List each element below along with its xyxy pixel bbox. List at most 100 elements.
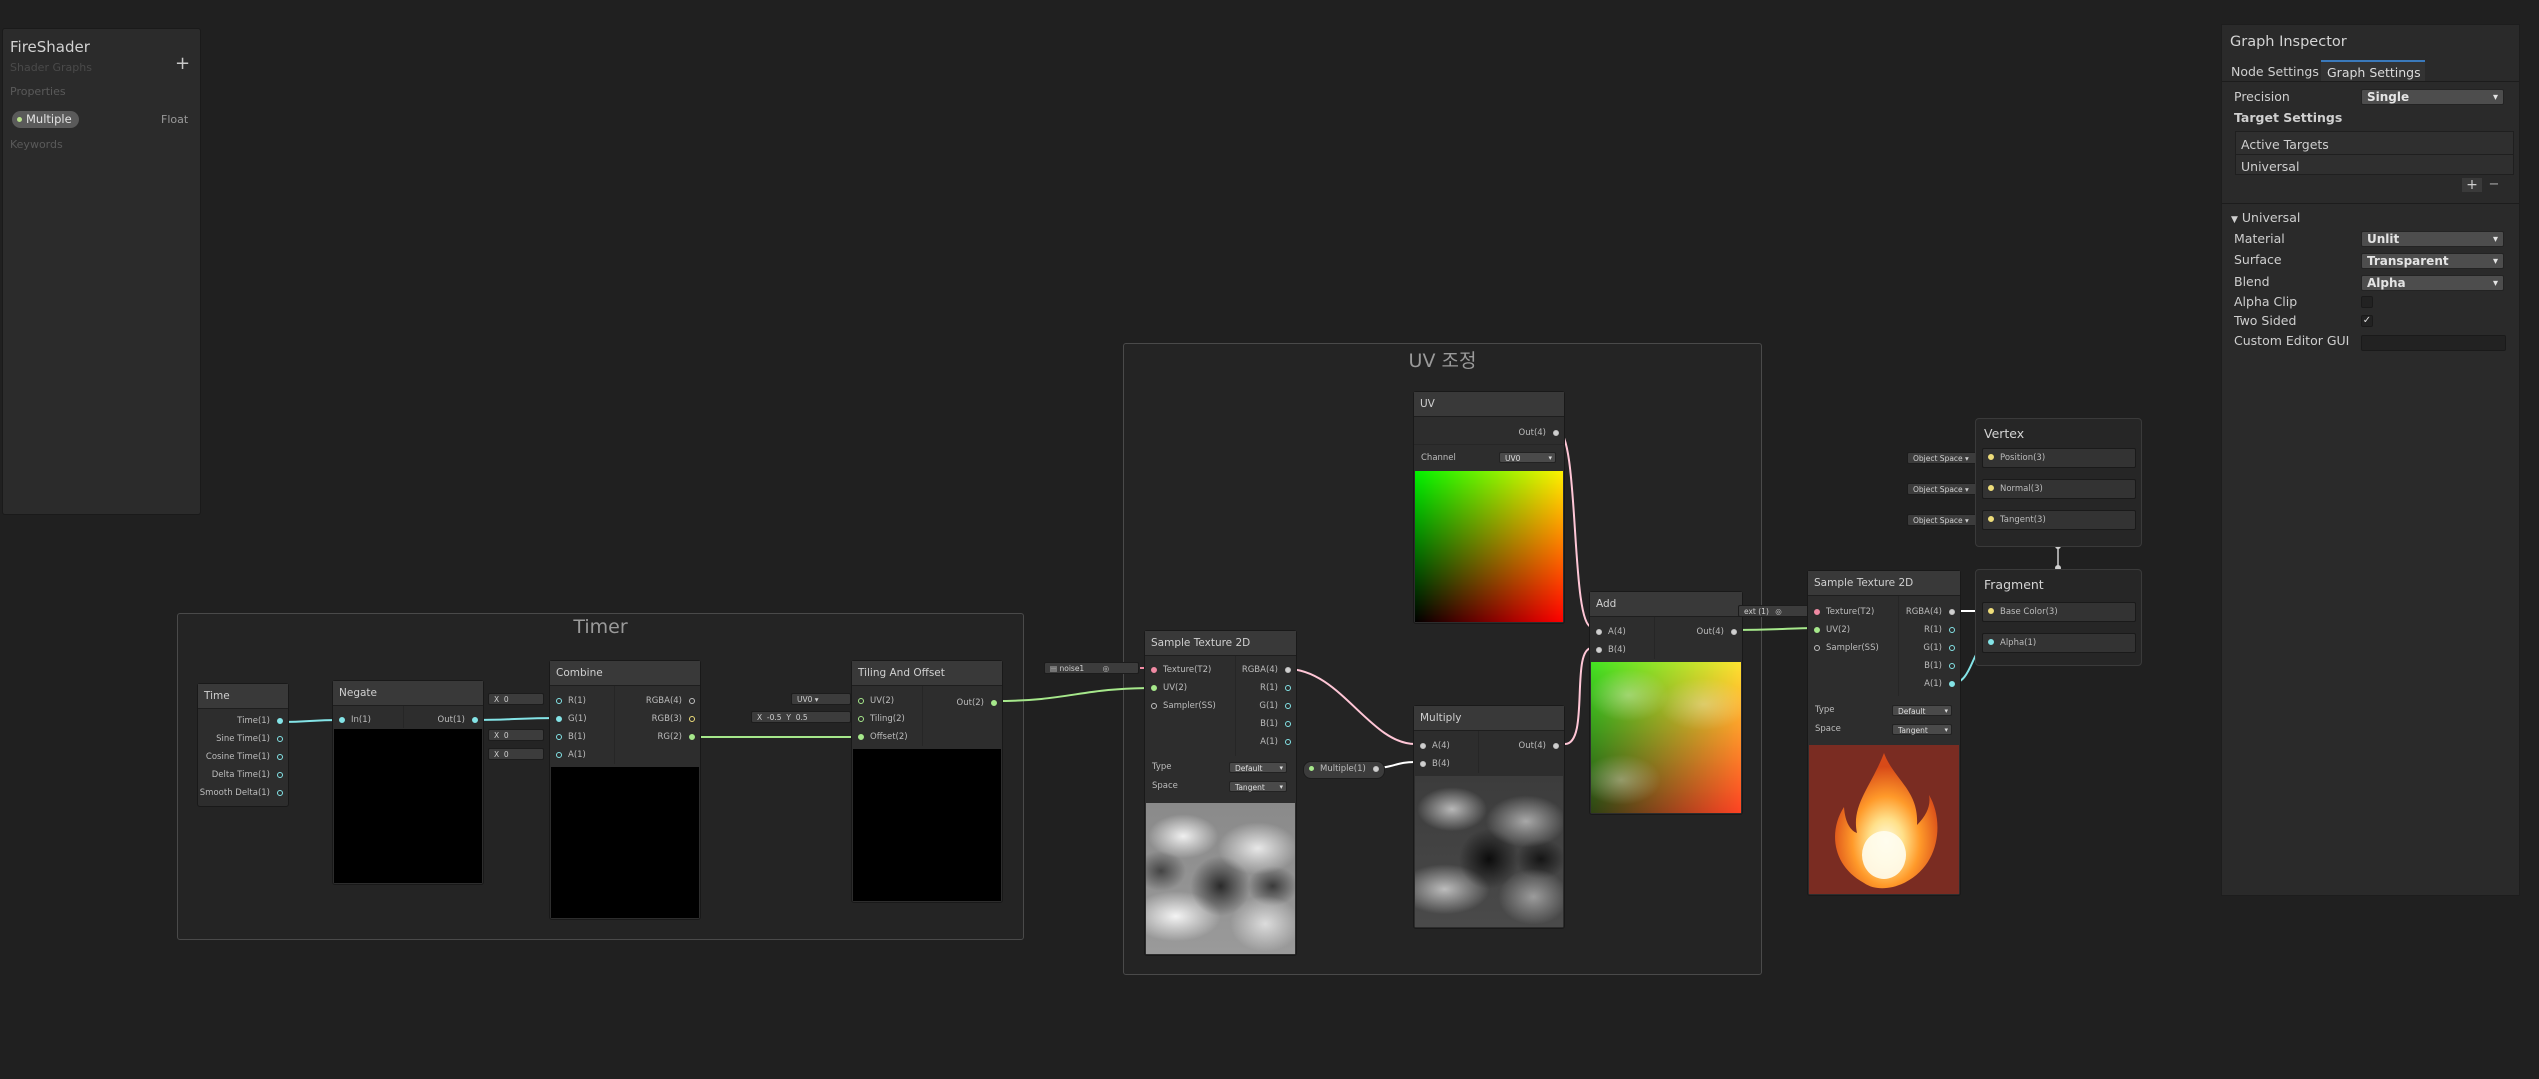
fragment-context[interactable]: Fragment Base Color(3) Alpha(1) <box>1975 569 2142 666</box>
combine-node[interactable]: Combine R(1) G(1) B(1) A(1) RGBA(4) RGB(… <box>549 660 701 920</box>
tiling-offset-port[interactable] <box>858 734 864 740</box>
precision-dropdown[interactable]: Single <box>2361 89 2504 105</box>
universal-section-header[interactable]: ▼ Universal <box>2231 210 2300 225</box>
negate-node[interactable]: Negate In(1) Out(1) <box>332 680 484 885</box>
combine-a-port[interactable] <box>556 752 562 758</box>
sample1-r-port[interactable] <box>1285 685 1291 691</box>
vertex-block-normal[interactable]: Normal(3) <box>1982 479 2136 499</box>
uv-out-port[interactable] <box>1553 430 1559 436</box>
multiply-out-port[interactable] <box>1553 743 1559 749</box>
sample2-r-port[interactable] <box>1949 627 1955 633</box>
sample2-texture-port[interactable] <box>1814 609 1820 615</box>
sample2-rgba-port[interactable] <box>1949 609 1955 615</box>
combine-r-field[interactable]: X 0 <box>488 693 544 705</box>
add-a-port[interactable] <box>1596 629 1602 635</box>
fragment-title[interactable]: Fragment <box>1984 577 2044 592</box>
sample1-type-dropdown[interactable]: Default <box>1229 762 1287 774</box>
sample-texture-node-2[interactable]: Sample Texture 2D Texture(T2) UV(2) Samp… <box>1807 570 1961 896</box>
sample1-a-port[interactable] <box>1285 739 1291 745</box>
noise-texture-field[interactable]: ▤ noise1 ◎ <box>1044 662 1139 674</box>
vertex-context[interactable]: Vertex Position(3) Normal(3) Tangent(3) <box>1975 418 2142 547</box>
multiply-node[interactable]: Multiply A(4) B(4) Out(4) <box>1413 705 1565 929</box>
combine-b-field[interactable]: X 0 <box>488 729 544 741</box>
sample1-node-title[interactable]: Sample Texture 2D <box>1145 631 1296 656</box>
tab-graph-settings[interactable]: Graph Settings <box>2321 60 2425 82</box>
sample1-space-dropdown[interactable]: Tangent <box>1229 781 1287 793</box>
basecolor-port[interactable] <box>1988 608 1994 614</box>
sample2-uv-port[interactable] <box>1814 627 1820 633</box>
negate-node-title[interactable]: Negate <box>333 681 483 706</box>
vertex-title[interactable]: Vertex <box>1984 426 2024 441</box>
negate-in-port[interactable] <box>339 717 345 723</box>
inspector-title[interactable]: Graph Inspector <box>2230 34 2347 50</box>
material-dropdown[interactable]: Unlit <box>2361 231 2504 247</box>
multiply-a-port[interactable] <box>1420 743 1426 749</box>
add-target-button[interactable]: + <box>2462 178 2482 192</box>
position-port[interactable] <box>1988 454 1994 460</box>
uv-node[interactable]: UV Out(4) Channel UV0 <box>1413 391 1565 624</box>
sample1-g-port[interactable] <box>1285 703 1291 709</box>
smooth-delta-port[interactable] <box>277 790 283 796</box>
tangent-port[interactable] <box>1988 516 1994 522</box>
fragment-block-basecolor[interactable]: Base Color(3) <box>1982 602 2136 622</box>
add-node[interactable]: Add A(4) B(4) Out(4) <box>1589 591 1743 815</box>
combine-rg-port[interactable] <box>689 734 695 740</box>
negate-out-port[interactable] <box>472 717 478 723</box>
multiple-property-node[interactable]: Multiple(1) <box>1303 761 1385 779</box>
sample2-b-port[interactable] <box>1949 663 1955 669</box>
sample1-texture-port[interactable] <box>1151 667 1157 673</box>
tiling-uv-field[interactable]: UV0 ▾ <box>791 693 851 705</box>
uv-node-title[interactable]: UV <box>1414 392 1564 417</box>
uv-channel-dropdown[interactable]: UV0 <box>1499 452 1556 464</box>
sample2-type-dropdown[interactable]: Default <box>1892 705 1952 717</box>
sample2-g-port[interactable] <box>1949 645 1955 651</box>
vertex-block-tangent[interactable]: Tangent(3) <box>1982 510 2136 530</box>
surface-dropdown[interactable]: Transparent <box>2361 253 2504 269</box>
time-node[interactable]: Time Time(1) Sine Time(1) Cosine Time(1)… <box>197 683 289 807</box>
combine-g-port[interactable] <box>556 716 562 722</box>
fire-texture-field[interactable]: ext (1) ◎ <box>1738 605 1810 617</box>
remove-target-button[interactable]: − <box>2484 178 2504 192</box>
custom-editor-input[interactable] <box>2361 335 2506 351</box>
cosine-time-port[interactable] <box>277 754 283 760</box>
tiling-tiling-port[interactable] <box>858 716 864 722</box>
tiling-out-port[interactable] <box>991 700 997 706</box>
combine-r-port[interactable] <box>556 698 562 704</box>
sine-time-port[interactable] <box>277 736 283 742</box>
combine-rgba-port[interactable] <box>689 698 695 704</box>
blend-dropdown[interactable]: Alpha <box>2361 275 2504 291</box>
alpha-clip-checkbox[interactable] <box>2361 296 2373 308</box>
multiply-node-title[interactable]: Multiply <box>1414 706 1564 731</box>
target-item-universal[interactable]: Universal <box>2241 159 2299 174</box>
tab-node-settings[interactable]: Node Settings <box>2231 64 2319 79</box>
normal-port[interactable] <box>1988 485 1994 491</box>
multiply-b-port[interactable] <box>1420 761 1426 767</box>
sample2-space-dropdown[interactable]: Tangent <box>1892 724 1952 736</box>
two-sided-checkbox[interactable]: ✓ <box>2361 315 2373 327</box>
sample1-rgba-port[interactable] <box>1285 667 1291 673</box>
tiling-offset-node[interactable]: Tiling And Offset UV(2) Tiling(2) Offset… <box>851 660 1003 903</box>
tiling-node-title[interactable]: Tiling And Offset <box>852 661 1002 686</box>
sample2-a-port[interactable] <box>1949 681 1955 687</box>
sample1-b-port[interactable] <box>1285 721 1291 727</box>
multiple-prop-port[interactable] <box>1373 766 1379 772</box>
sample1-sampler-port[interactable] <box>1151 703 1157 709</box>
combine-b-port[interactable] <box>556 734 562 740</box>
combine-node-title[interactable]: Combine <box>550 661 700 686</box>
tiling-xy-field[interactable]: X -0.5 Y 0.5 <box>751 711 851 723</box>
alpha-port[interactable] <box>1988 639 1994 645</box>
fragment-block-alpha[interactable]: Alpha(1) <box>1982 633 2136 653</box>
combine-a-field[interactable]: X 0 <box>488 748 544 760</box>
sample2-sampler-port[interactable] <box>1814 645 1820 651</box>
add-node-title[interactable]: Add <box>1590 592 1742 617</box>
add-b-port[interactable] <box>1596 647 1602 653</box>
sample1-uv-port[interactable] <box>1151 685 1157 691</box>
add-out-port[interactable] <box>1731 629 1737 635</box>
sample-texture-node-1[interactable]: Sample Texture 2D Texture(T2) UV(2) Samp… <box>1144 630 1297 956</box>
time-node-title[interactable]: Time <box>198 684 288 709</box>
delta-time-port[interactable] <box>277 772 283 778</box>
time-output-port[interactable] <box>277 718 283 724</box>
tiling-uv-port[interactable] <box>858 698 864 704</box>
sample2-node-title[interactable]: Sample Texture 2D <box>1808 571 1960 596</box>
combine-rgb-port[interactable] <box>689 716 695 722</box>
